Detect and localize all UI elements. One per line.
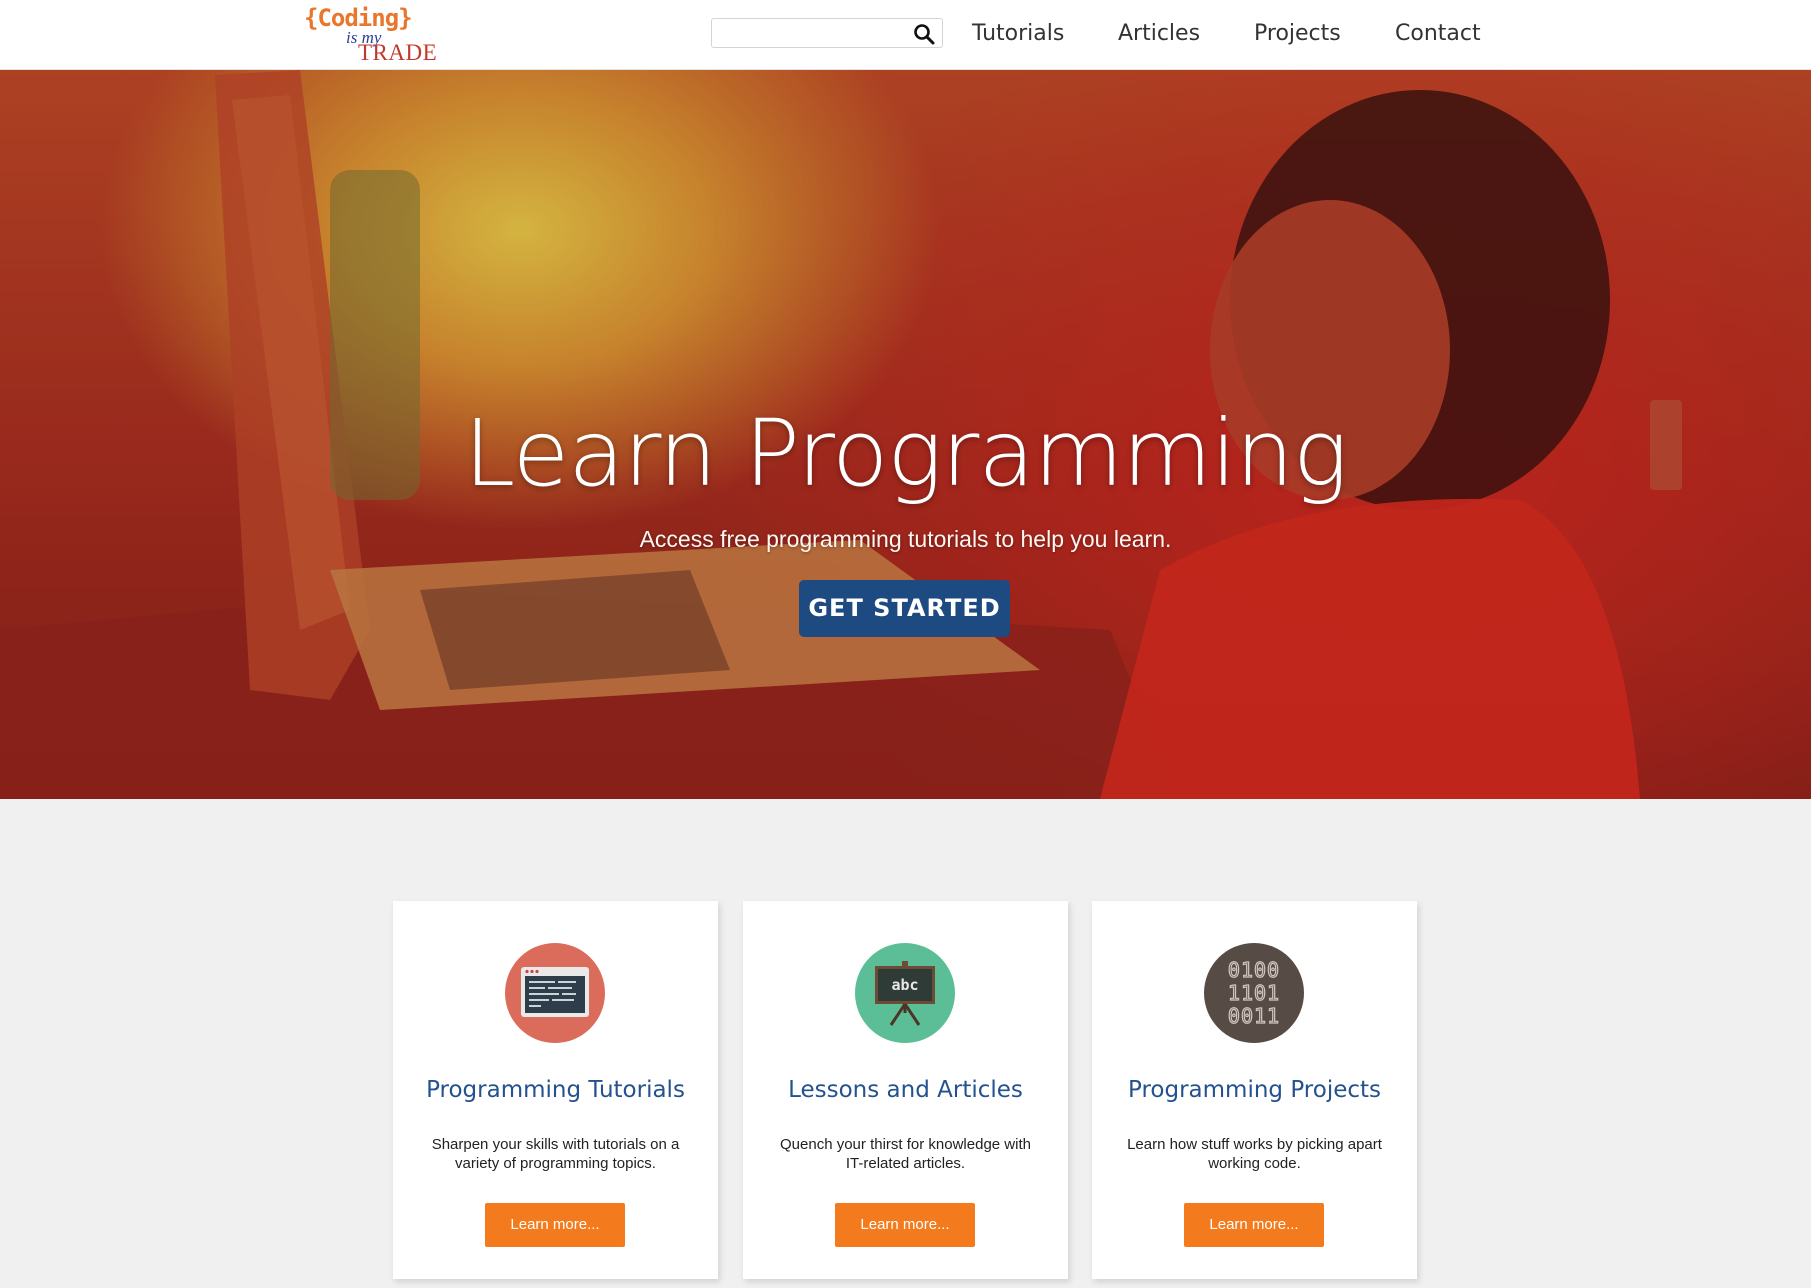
binary-row: 0100 <box>1228 958 1280 982</box>
learn-more-button[interactable]: Learn more... <box>1184 1203 1324 1247</box>
hero-subtitle: Access free programming tutorials to hel… <box>639 526 1172 552</box>
binary-code-icon: 0100 1101 0011 <box>1204 943 1304 1043</box>
card-description: Learn how stuff works by picking apart w… <box>1127 1136 1382 1172</box>
nav-projects[interactable]: Projects <box>1254 0 1341 70</box>
learn-more-button[interactable]: Learn more... <box>835 1203 975 1247</box>
get-started-button[interactable]: GET STARTED <box>799 580 1010 637</box>
nav-articles[interactable]: Articles <box>1118 0 1200 70</box>
nav-tutorials[interactable]: Tutorials <box>972 0 1064 70</box>
nav-contact[interactable]: Contact <box>1395 0 1481 70</box>
card-programming-projects: 0100 1101 0011 Programming Projects Lear… <box>1092 901 1417 1279</box>
card-title: Lessons and Articles <box>788 1077 1023 1103</box>
search-icon[interactable] <box>913 23 935 45</box>
learn-more-button[interactable]: Learn more... <box>485 1203 625 1247</box>
hero-title: Learn Programming <box>463 400 1348 507</box>
binary-row: 1101 <box>1228 981 1280 1005</box>
card-title: Programming Tutorials <box>426 1077 685 1103</box>
hero-banner: Learn Programming Access free programmin… <box>0 70 1811 799</box>
chalkboard-icon: abc <box>855 943 955 1043</box>
terminal-window-icon <box>505 943 605 1043</box>
binary-row: 0011 <box>1228 1004 1280 1028</box>
card-description: Quench your thirst for knowledge with IT… <box>780 1136 1031 1172</box>
search-box <box>711 18 943 48</box>
logo-line-3: TRADE <box>358 40 438 65</box>
card-description: Sharpen your skills with tutorials on a … <box>431 1136 680 1172</box>
card-programming-tutorials: Programming Tutorials Sharpen your skill… <box>393 901 718 1279</box>
site-header: {Coding} is my TRADE Tutorials Articles … <box>0 0 1811 70</box>
card-title: Programming Projects <box>1128 1077 1381 1103</box>
site-logo[interactable]: {Coding} is my TRADE <box>304 4 438 66</box>
search-input[interactable] <box>712 19 908 47</box>
card-lessons-articles: abc Lessons and Articles Quench your thi… <box>743 901 1068 1279</box>
chalkboard-text: abc <box>891 976 918 994</box>
